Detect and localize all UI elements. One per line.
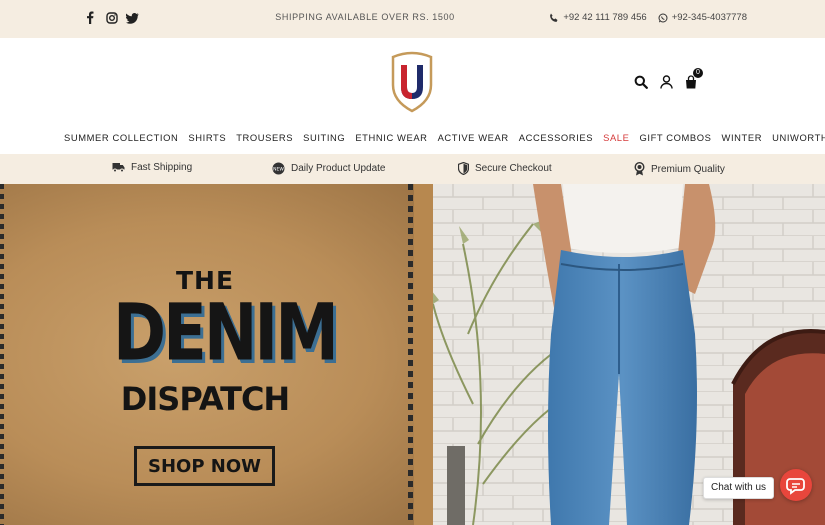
account-icon[interactable]	[660, 75, 673, 94]
chat-label[interactable]: Chat with us	[703, 477, 775, 499]
nav-shirts[interactable]: SHIRTS	[188, 132, 226, 143]
stitch-decoration	[0, 184, 4, 525]
top-bar: SHIPPING AVAILABLE OVER RS. 1500 +92 42 …	[0, 0, 825, 38]
search-icon[interactable]	[634, 75, 648, 94]
truck-icon	[112, 163, 125, 173]
whatsapp-number: +92-345-4037778	[671, 12, 747, 23]
hero-image	[431, 184, 825, 525]
phone-icon	[550, 13, 558, 22]
whatsapp-link[interactable]: +92-345-4037778	[658, 12, 747, 23]
feature-premium-quality: Premium Quality	[634, 162, 725, 176]
whatsapp-icon	[658, 13, 668, 22]
nav-trousers[interactable]: TROUSERS	[236, 132, 293, 143]
phone-number: +92 42 111 789 456	[563, 12, 647, 23]
chat-button[interactable]	[780, 469, 812, 501]
shop-now-button[interactable]: SHOP NOW	[134, 446, 275, 486]
nav-active-wear[interactable]: ACTIVE WEAR	[438, 132, 509, 143]
feature-daily-update: NEW Daily Product Update	[272, 162, 386, 175]
nav-accessories[interactable]: ACCESSORIES	[519, 132, 593, 143]
brand-logo[interactable]	[390, 51, 434, 113]
award-icon	[634, 162, 645, 176]
hero-text-panel: THE DENIM DISPATCH SHOP NOW	[0, 184, 433, 525]
nav-suiting[interactable]: SUITING	[303, 132, 345, 143]
cart-button[interactable]: 0	[685, 68, 703, 94]
chat-bubble-icon	[786, 478, 805, 495]
seam-decoration	[414, 184, 433, 525]
nav-gift-combos[interactable]: GIFT COMBOS	[639, 132, 711, 143]
feature-label: Daily Product Update	[291, 163, 386, 174]
hero-banner[interactable]: THE DENIM DISPATCH SHOP NOW	[0, 184, 825, 525]
feature-label: Fast Shipping	[131, 162, 193, 173]
svg-text:NEW: NEW	[273, 166, 284, 172]
new-badge-icon: NEW	[272, 162, 285, 175]
contact-info: +92 42 111 789 456 +92-345-4037778	[549, 12, 747, 23]
feature-fast-shipping: Fast Shipping	[112, 162, 192, 173]
cart-count-badge: 0	[693, 68, 703, 78]
feature-label: Secure Checkout	[475, 163, 552, 174]
hero-title-line3: DISPATCH	[120, 380, 290, 418]
shield-icon	[458, 162, 469, 175]
header-actions: 0	[634, 68, 703, 94]
phone-link[interactable]: +92 42 111 789 456	[549, 12, 647, 23]
hero-title-line2: DENIM	[113, 288, 339, 380]
nav-ethnic-wear[interactable]: ETHNIC WEAR	[355, 132, 427, 143]
feature-label: Premium Quality	[651, 163, 725, 175]
site-header: 0 SUMMER COLLECTION SHIRTS TROUSERS SUIT…	[0, 38, 825, 154]
nav-sale[interactable]: SALE	[603, 132, 629, 143]
main-nav: SUMMER COLLECTION SHIRTS TROUSERS SUITIN…	[64, 132, 825, 143]
features-strip: Fast Shipping NEW Daily Product Update S…	[0, 154, 825, 184]
nav-winter[interactable]: WINTER	[722, 132, 763, 143]
feature-secure-checkout: Secure Checkout	[458, 162, 552, 175]
nav-summer-collection[interactable]: SUMMER COLLECTION	[64, 132, 178, 143]
stitch-decoration	[408, 184, 413, 525]
nav-uniworth-black[interactable]: UNIWORTH BLACK	[772, 132, 825, 143]
